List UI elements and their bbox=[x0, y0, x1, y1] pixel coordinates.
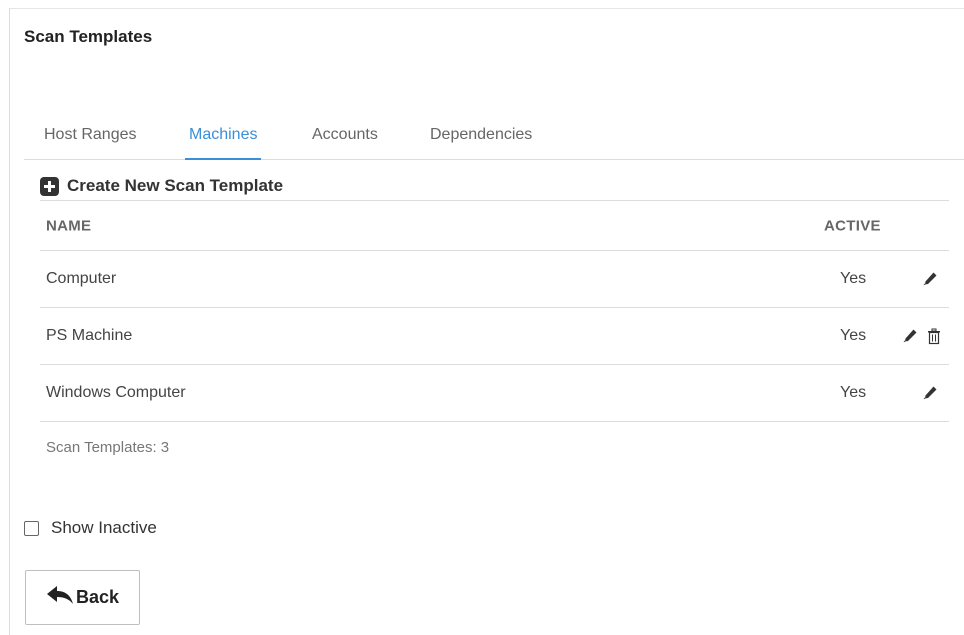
scan-templates-count: Scan Templates: 3 bbox=[46, 439, 170, 456]
create-scan-template-label: Create New Scan Template bbox=[67, 176, 284, 195]
column-header-active[interactable]: ACTIVE bbox=[824, 217, 881, 234]
show-inactive-label[interactable]: Show Inactive bbox=[51, 518, 157, 538]
tab-machines[interactable]: Machines bbox=[185, 124, 262, 160]
panel-top-border bbox=[9, 8, 964, 9]
show-inactive-toggle: Show Inactive bbox=[24, 518, 157, 538]
tab-dependencies[interactable]: Dependencies bbox=[426, 124, 536, 158]
template-active: Yes bbox=[840, 270, 867, 287]
column-header-name[interactable]: NAME bbox=[46, 217, 91, 234]
panel-left-border bbox=[9, 8, 10, 635]
table-row: PS Machine Yes bbox=[40, 307, 949, 364]
page-title: Scan Templates bbox=[24, 27, 153, 46]
tab-accounts[interactable]: Accounts bbox=[308, 124, 382, 158]
back-button[interactable]: Back bbox=[25, 570, 140, 625]
trash-icon[interactable] bbox=[924, 326, 944, 346]
tab-bar: Host Ranges Machines Accounts Dependenci… bbox=[24, 112, 964, 160]
edit-pencil-icon[interactable] bbox=[900, 326, 920, 346]
table-header-row: NAME ACTIVE bbox=[40, 200, 949, 250]
template-name[interactable]: Windows Computer bbox=[46, 384, 186, 402]
scan-templates-table: NAME ACTIVE Computer Yes PS Machine Yes … bbox=[40, 200, 949, 422]
reply-arrow-icon bbox=[46, 585, 74, 610]
table-row: Windows Computer Yes bbox=[40, 364, 949, 422]
template-name[interactable]: PS Machine bbox=[46, 327, 132, 345]
back-label: Back bbox=[75, 587, 120, 607]
edit-pencil-icon[interactable] bbox=[920, 383, 940, 403]
template-active: Yes bbox=[840, 384, 867, 401]
plus-square-icon bbox=[40, 176, 59, 196]
template-name[interactable]: Computer bbox=[46, 270, 116, 288]
edit-pencil-icon[interactable] bbox=[920, 269, 940, 289]
show-inactive-checkbox[interactable] bbox=[24, 520, 39, 536]
create-scan-template-button[interactable]: Create New Scan Template bbox=[40, 172, 283, 200]
table-row: Computer Yes bbox=[40, 250, 949, 307]
template-active: Yes bbox=[840, 327, 867, 344]
tab-host-ranges[interactable]: Host Ranges bbox=[40, 124, 141, 158]
